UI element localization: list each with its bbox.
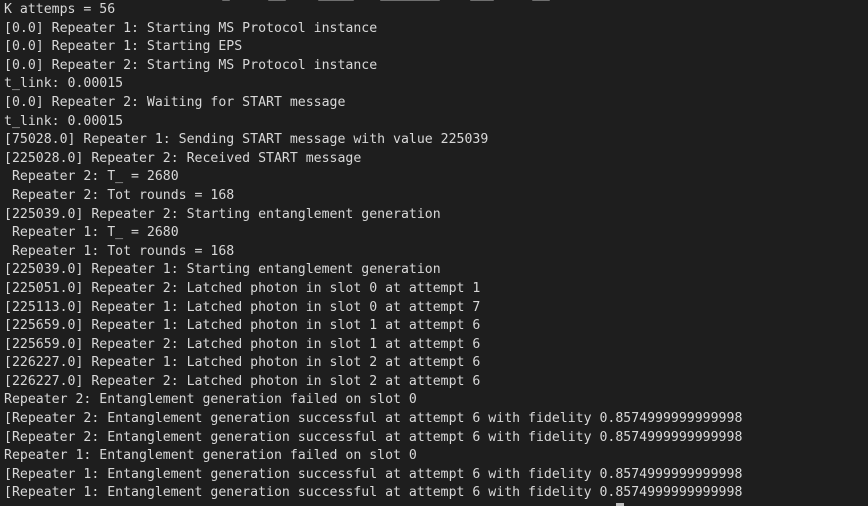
terminal-line: [Repeater 1: Entanglement generation suc…	[4, 466, 743, 482]
terminal-line: [225039.0] Repeater 1: Starting entangle…	[4, 262, 441, 278]
terminal-line: [226227.0] Repeater 2: Latched photon in…	[4, 373, 481, 389]
terminal-line: Repeater 1: Tot rounds = 168	[4, 243, 235, 259]
terminal-line: [Repeater 1: Entanglement generation suc…	[4, 485, 743, 501]
terminal-line: [75028.0] Repeater 1: Sending START mess…	[4, 132, 489, 148]
terminal-line: Repeater 2: Tot rounds = 168	[4, 187, 235, 203]
terminal-line: Repeater 2: T_ = 2680	[4, 169, 179, 185]
terminal-line: [0.0] Repeater 2: Waiting for START mess…	[4, 94, 346, 110]
terminal-line: [0.0] Repeater 1: Starting MS Protocol i…	[4, 20, 378, 36]
terminal-line: [Repeater 2: Entanglement generation suc…	[4, 429, 743, 445]
terminal-line: [225113.0] Repeater 1: Latched photon in…	[4, 299, 481, 315]
terminal-line: [225028.0] Repeater 2: Received START me…	[4, 150, 362, 166]
terminal-line: Repeater 2: Entanglement generation fail…	[4, 392, 417, 408]
terminal-line: [225659.0] Repeater 1: Latched photon in…	[4, 318, 481, 334]
terminal-line: [0.0] Repeater 1: Starting EPS	[4, 39, 243, 55]
terminal-line: [Repeater 2: Entanglement generation suc…	[4, 411, 743, 427]
terminal-output: K attemps = 56 [0.0] Repeater 1: Starting…	[4, 1, 742, 503]
terminal-window[interactable]: K attemps = 56 [0.0] Repeater 1: Starting…	[0, 0, 868, 506]
terminal-line: Repeater 1: T_ = 2680	[4, 225, 179, 241]
terminal-line: t_link: 0.00015	[4, 76, 124, 92]
terminal-line: [226227.0] Repeater 1: Latched photon in…	[4, 355, 481, 371]
terminal-line: [0.0] Repeater 2: Starting MS Protocol i…	[4, 57, 378, 73]
terminal-line: t_link: 0.00015	[4, 113, 124, 129]
terminal-line: [225039.0] Repeater 2: Starting entangle…	[4, 206, 441, 222]
terminal-line: [225051.0] Repeater 2: Latched photon in…	[4, 280, 481, 296]
terminal-line: K attemps = 56	[4, 2, 116, 17]
terminal-line: Repeater 1: Entanglement generation fail…	[4, 448, 417, 464]
terminal-line: [225659.0] Repeater 2: Latched photon in…	[4, 336, 481, 352]
